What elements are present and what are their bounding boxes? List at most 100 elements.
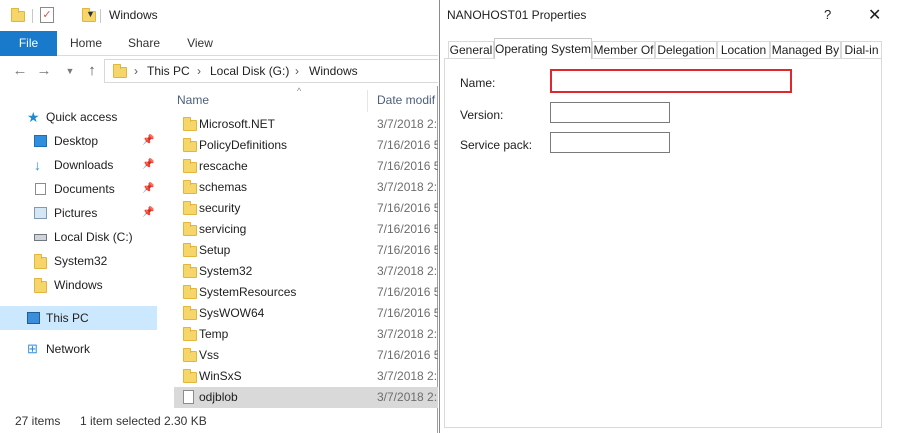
tab-file[interactable]: File <box>0 31 57 56</box>
column-header-date-modified[interactable]: Date modif <box>377 93 435 107</box>
table-row[interactable]: security 7/16/2016 5 <box>174 198 438 219</box>
column-header-name[interactable]: Name <box>177 93 209 107</box>
file-name: SysWOW64 <box>199 306 265 320</box>
nav-item-quick-access[interactable]: ★ Quick access <box>0 105 157 129</box>
tab-general[interactable]: General <box>448 41 494 59</box>
chevron-right-icon[interactable]: › <box>295 64 299 78</box>
file-date: 7/16/2016 5 <box>377 222 438 236</box>
table-row[interactable]: Microsoft.NET 3/7/2018 2:1 <box>174 114 438 135</box>
nav-item-documents[interactable]: Documents 📌 <box>0 177 157 201</box>
pin-icon[interactable]: 📌 <box>142 129 154 153</box>
nav-item-label: Pictures <box>54 206 98 220</box>
recent-locations-chevron-icon[interactable]: ▼ <box>62 62 78 80</box>
forward-arrow-icon[interactable]: → <box>36 62 52 80</box>
file-name: schemas <box>199 180 248 194</box>
folder-icon <box>183 264 197 278</box>
file-date: 3/7/2018 2:1 <box>377 327 438 341</box>
tab-location[interactable]: Location <box>717 41 770 59</box>
table-row[interactable]: PolicyDefinitions 7/16/2016 5 <box>174 135 438 156</box>
up-arrow-icon[interactable]: ↑ <box>84 62 100 80</box>
file-date: 3/7/2018 2:1 <box>377 390 438 404</box>
properties-check-icon[interactable]: ✓ <box>40 7 54 23</box>
divider <box>100 9 101 23</box>
table-row[interactable]: Temp 3/7/2018 2:1 <box>174 324 438 345</box>
nav-item-system32[interactable]: System32 <box>0 249 157 273</box>
breadcrumb-this-pc[interactable]: This PC <box>147 64 190 78</box>
breadcrumb-local-disk[interactable]: Local Disk (G:) <box>210 64 289 78</box>
version-field[interactable] <box>550 102 670 123</box>
tab-managed-by[interactable]: Managed By <box>770 41 841 59</box>
close-icon[interactable]: ✕ <box>868 5 881 25</box>
tab-delegation[interactable]: Delegation <box>655 41 717 59</box>
ribbon-tabs: File Home Share View <box>0 31 438 56</box>
version-label: Version: <box>460 108 504 122</box>
file-name: odjblob <box>199 390 238 404</box>
nav-item-label: Documents <box>54 182 115 196</box>
folder-icon <box>183 222 197 236</box>
folder-icon <box>183 243 197 257</box>
pin-icon[interactable]: 📌 <box>142 153 154 177</box>
column-divider[interactable] <box>367 90 368 112</box>
chevron-right-icon[interactable]: › <box>197 64 201 78</box>
service-pack-field[interactable] <box>550 132 670 153</box>
nav-item-label: Downloads <box>54 158 114 172</box>
table-row-selected[interactable]: odjblob 3/7/2018 2:1 <box>174 387 438 408</box>
chevron-right-icon[interactable]: › <box>134 64 138 78</box>
customize-qat-dropdown-icon[interactable]: ▼ <box>86 9 95 19</box>
file-date: 7/16/2016 5 <box>377 348 438 362</box>
file-date: 3/7/2018 2:1 <box>377 180 438 194</box>
file-date: 7/16/2016 5 <box>377 159 438 173</box>
tab-view[interactable]: View <box>176 31 224 56</box>
file-name: security <box>199 201 241 215</box>
file-name: servicing <box>199 222 247 236</box>
nav-item-label: Windows <box>54 278 103 292</box>
tab-operating-system[interactable]: Operating System <box>494 38 592 59</box>
tab-member-of[interactable]: Member Of <box>592 41 655 59</box>
tab-share[interactable]: Share <box>120 31 168 56</box>
table-row[interactable]: SysWOW64 7/16/2016 5 <box>174 303 438 324</box>
nav-item-this-pc[interactable]: This PC <box>0 306 157 330</box>
file-date: 7/16/2016 5 <box>377 138 438 152</box>
nav-item-windows[interactable]: Windows <box>0 273 157 297</box>
nav-item-downloads[interactable]: ↓ Downloads 📌 <box>0 153 157 177</box>
pin-icon[interactable]: 📌 <box>142 177 154 201</box>
star-icon: ★ <box>27 109 40 125</box>
file-icon <box>183 390 194 404</box>
help-icon[interactable]: ? <box>824 7 831 22</box>
explorer-titlebar: ✓ ▼ Windows <box>0 0 438 31</box>
table-row[interactable]: WinSxS 3/7/2018 2:1 <box>174 366 438 387</box>
folder-icon <box>183 117 197 131</box>
back-arrow-icon[interactable]: ← <box>12 62 28 80</box>
table-row[interactable]: rescache 7/16/2016 5 <box>174 156 438 177</box>
file-name: Temp <box>199 327 229 341</box>
table-row[interactable]: schemas 3/7/2018 2:1 <box>174 177 438 198</box>
address-field[interactable]: › This PC › Local Disk (G:) › Windows <box>104 59 438 83</box>
nav-item-network[interactable]: ⊞ Network <box>0 337 157 361</box>
folder-icon <box>183 159 197 173</box>
name-field[interactable] <box>550 69 792 93</box>
nav-item-desktop[interactable]: Desktop 📌 <box>0 129 157 153</box>
table-row[interactable]: System32 3/7/2018 2:1 <box>174 261 438 282</box>
status-bar: 27 items 1 item selected 2.30 KB <box>0 408 438 433</box>
file-date: 7/16/2016 5 <box>377 306 438 320</box>
name-label: Name: <box>460 76 496 90</box>
file-name: SystemResources <box>199 285 297 299</box>
pictures-icon <box>34 207 47 219</box>
pin-icon[interactable]: 📌 <box>142 201 154 225</box>
table-row[interactable]: servicing 7/16/2016 5 <box>174 219 438 240</box>
file-name: rescache <box>199 159 248 173</box>
table-row[interactable]: SystemResources 7/16/2016 5 <box>174 282 438 303</box>
table-row[interactable]: Vss 7/16/2016 5 <box>174 345 438 366</box>
nav-item-local-disk-c[interactable]: Local Disk (C:) <box>0 225 157 249</box>
tab-home[interactable]: Home <box>62 31 110 56</box>
table-row[interactable]: Setup 7/16/2016 5 <box>174 240 438 261</box>
breadcrumb-windows[interactable]: Windows <box>309 64 358 78</box>
tab-dial-in[interactable]: Dial-in <box>841 41 882 59</box>
folder-icon <box>183 180 197 194</box>
nav-item-label: Quick access <box>46 110 118 124</box>
address-bar: ← → ▼ ↑ › This PC › Local Disk (G:) › Wi… <box>0 56 438 86</box>
nav-item-pictures[interactable]: Pictures 📌 <box>0 201 157 225</box>
window-title: Windows <box>109 8 158 22</box>
file-name: Setup <box>199 243 231 257</box>
folder-icon <box>113 64 127 78</box>
